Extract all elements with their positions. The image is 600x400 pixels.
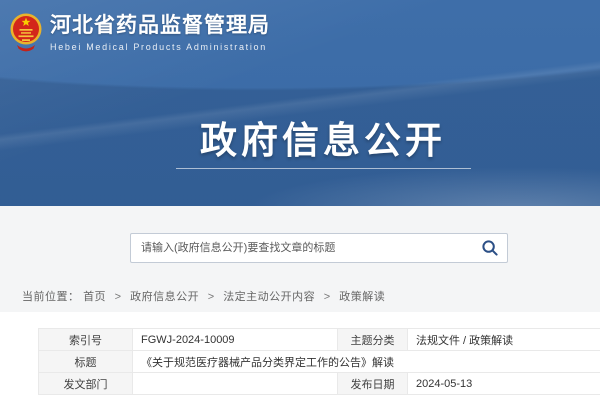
- category-value: 法规文件 / 政策解读: [408, 329, 600, 351]
- page: 河北省药品监督管理局 Hebei Medical Products Admini…: [0, 0, 600, 400]
- agency-titles: 河北省药品监督管理局 Hebei Medical Products Admini…: [50, 14, 270, 51]
- title-value: 《关于规范医疗器械产品分类界定工作的公告》解读: [133, 351, 600, 373]
- table-row-department-date: 发文部门 发布日期 2024-05-13: [39, 373, 600, 395]
- search-button[interactable]: [473, 234, 507, 262]
- article-info-card: 索引号 FGWJ-2024-10009 主题分类 法规文件 / 政策解读 标题 …: [0, 312, 600, 400]
- publish-date-value: 2024-05-13: [408, 373, 600, 395]
- china-national-emblem-icon: [10, 12, 42, 54]
- search-icon: [481, 239, 499, 257]
- banner-underline: [176, 168, 471, 169]
- article-info-table: 索引号 FGWJ-2024-10009 主题分类 法规文件 / 政策解读 标题 …: [38, 328, 600, 395]
- agency-logo[interactable]: 河北省药品监督管理局 Hebei Medical Products Admini…: [10, 12, 270, 54]
- breadcrumb-gov-info[interactable]: 政府信息公开: [130, 291, 199, 303]
- breadcrumb-legal-disclosure[interactable]: 法定主动公开内容: [223, 291, 315, 303]
- breadcrumb-policy-interpretation[interactable]: 政策解读: [339, 291, 385, 303]
- index-number-label: 索引号: [39, 329, 133, 351]
- title-label: 标题: [39, 351, 133, 373]
- search-box: [130, 233, 508, 263]
- banner-title: 政府信息公开: [0, 110, 600, 164]
- breadcrumb-separator: >: [208, 291, 215, 303]
- header-banner: 河北省药品监督管理局 Hebei Medical Products Admini…: [0, 0, 600, 206]
- breadcrumb: 当前位置： 首页 > 政府信息公开 > 法定主动公开内容 > 政策解读: [22, 288, 385, 304]
- department-label: 发文部门: [39, 373, 133, 395]
- agency-name-cn: 河北省药品监督管理局: [50, 14, 270, 37]
- agency-name-en: Hebei Medical Products Administration: [50, 42, 270, 52]
- table-row-title: 标题 《关于规范医疗器械产品分类界定工作的公告》解读: [39, 351, 600, 373]
- category-label: 主题分类: [338, 329, 408, 351]
- search-input[interactable]: [131, 234, 473, 262]
- main-section: 当前位置： 首页 > 政府信息公开 > 法定主动公开内容 > 政策解读 索引号 …: [0, 206, 600, 400]
- breadcrumb-separator: >: [324, 291, 331, 303]
- table-row-index-category: 索引号 FGWJ-2024-10009 主题分类 法规文件 / 政策解读: [39, 329, 600, 351]
- breadcrumb-home[interactable]: 首页: [83, 291, 106, 303]
- publish-date-label: 发布日期: [338, 373, 408, 395]
- breadcrumb-separator: >: [115, 291, 122, 303]
- breadcrumb-prefix: 当前位置：: [22, 291, 80, 303]
- department-value: [133, 373, 338, 395]
- index-number-value: FGWJ-2024-10009: [133, 329, 338, 351]
